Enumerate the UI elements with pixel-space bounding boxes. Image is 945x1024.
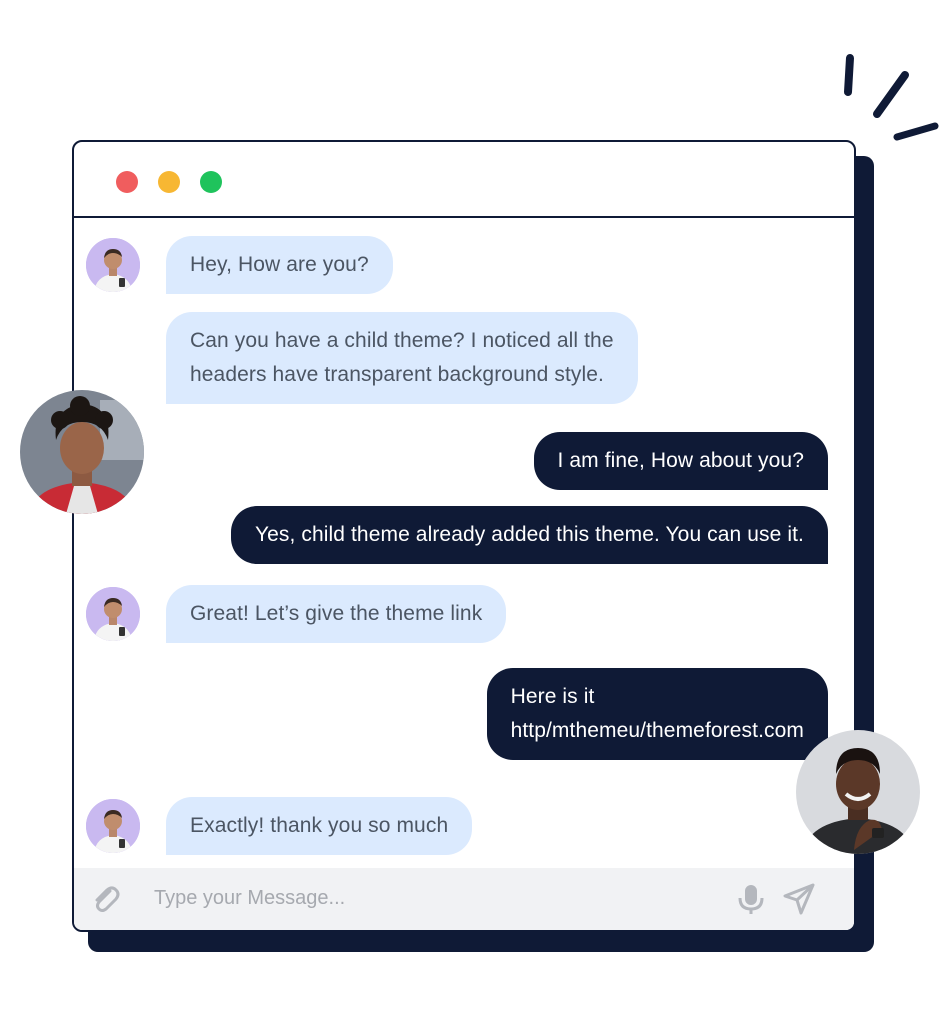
message-incoming: Great! Let’s give the theme link xyxy=(166,585,507,643)
maximize-window-button[interactable] xyxy=(200,171,222,193)
message-text: Here is it xyxy=(510,685,595,708)
message-outgoing: Here is it http/mthemeu/themeforest.com xyxy=(486,668,828,760)
contact-avatar-left xyxy=(20,390,144,514)
message-composer: Type your Message... xyxy=(74,868,854,930)
message-link[interactable]: http/mthemeu/themeforest.com xyxy=(511,714,804,748)
message-incoming: Hey, How are you? xyxy=(166,236,393,294)
message-text: Hey, How are you? xyxy=(190,253,369,276)
message-text: Great! Let’s give the theme link xyxy=(190,602,483,625)
message-input[interactable]: Type your Message... xyxy=(154,887,345,910)
sender-avatar xyxy=(86,587,140,641)
message-incoming: Can you have a child theme? I noticed al… xyxy=(166,312,638,404)
sender-avatar xyxy=(86,238,140,292)
sparkle-strokes-decoration xyxy=(844,54,939,141)
message-text: Exactly! thank you so much xyxy=(190,814,449,837)
message-outgoing: Yes, child theme already added this them… xyxy=(230,506,828,564)
message-incoming: Exactly! thank you so much xyxy=(166,797,473,855)
send-icon[interactable] xyxy=(782,882,816,916)
minimize-window-button[interactable] xyxy=(158,171,180,193)
window-titlebar xyxy=(74,142,854,218)
microphone-icon[interactable] xyxy=(734,882,768,916)
sender-avatar xyxy=(86,799,140,853)
message-text: I am fine, How about you? xyxy=(557,449,804,472)
message-outgoing: I am fine, How about you? xyxy=(533,432,828,490)
close-window-button[interactable] xyxy=(116,171,138,193)
contact-avatar-right xyxy=(796,730,920,854)
message-text: headers have transparent background styl… xyxy=(190,363,604,386)
paperclip-icon[interactable] xyxy=(88,882,122,916)
message-text: Yes, child theme already added this them… xyxy=(254,523,804,546)
chat-window: Hey, How are you? Can you have a child t… xyxy=(72,140,856,932)
message-text: Can you have a child theme? I noticed al… xyxy=(190,329,614,352)
